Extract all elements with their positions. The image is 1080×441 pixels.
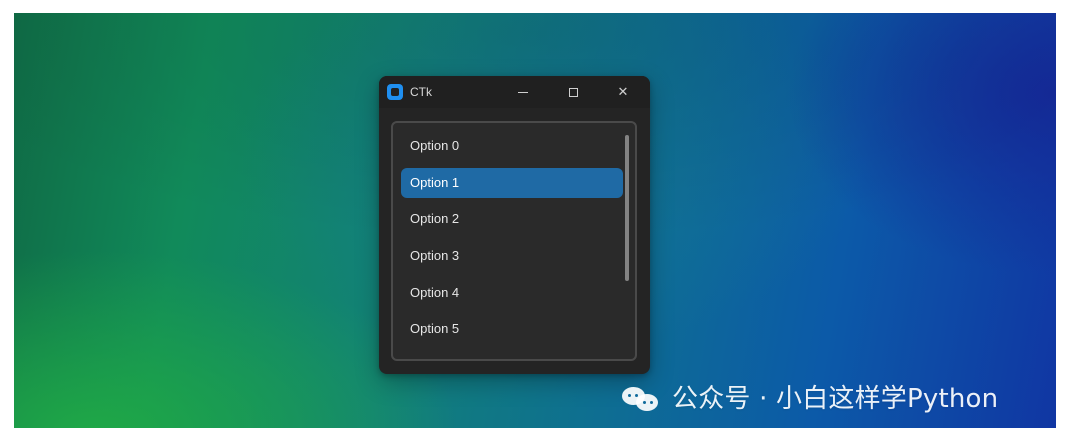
option-3[interactable]: Option 3 xyxy=(401,241,623,271)
window-title: CTk xyxy=(410,85,432,99)
app-icon xyxy=(387,84,403,100)
watermark-text: 公众号 · 小白这样学Python xyxy=(672,384,999,414)
ctk-window[interactable]: CTk ✕ Option 0 Option 1 Option 2 Option … xyxy=(379,76,650,374)
screenshot-page: CTk ✕ Option 0 Option 1 Option 2 Option … xyxy=(0,0,1080,441)
watermark: 公众号 · 小白这样学Python xyxy=(620,382,998,416)
vertical-scrollbar[interactable] xyxy=(625,135,629,281)
option-5[interactable]: Option 5 xyxy=(401,314,623,344)
scrollable-options-frame[interactable]: Option 0 Option 1 Option 2 Option 3 Opti… xyxy=(391,121,637,361)
minimize-button[interactable] xyxy=(500,76,546,108)
close-button[interactable]: ✕ xyxy=(600,76,646,108)
option-4[interactable]: Option 4 xyxy=(401,278,623,308)
maximize-icon xyxy=(568,87,578,97)
wechat-icon xyxy=(620,384,662,414)
option-2[interactable]: Option 2 xyxy=(401,204,623,234)
option-1[interactable]: Option 1 xyxy=(401,168,623,198)
minimize-icon xyxy=(518,91,528,93)
window-titlebar[interactable]: CTk ✕ xyxy=(379,76,650,108)
option-0[interactable]: Option 0 xyxy=(401,131,623,161)
wechat-bubble-right xyxy=(636,394,658,411)
close-icon: ✕ xyxy=(617,84,629,100)
maximize-button[interactable] xyxy=(550,76,596,108)
